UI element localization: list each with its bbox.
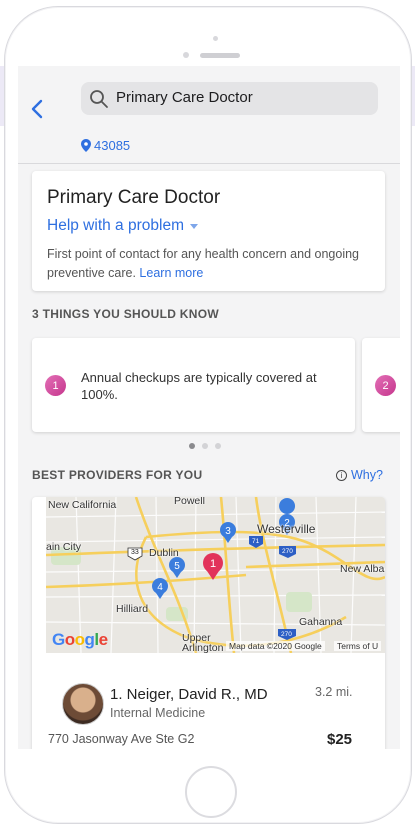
map-label: Gahanna — [299, 616, 343, 628]
thing-card-next[interactable]: 2 — [362, 338, 400, 432]
specialty-title: Primary Care Doctor — [47, 187, 221, 208]
map-terms-link[interactable]: Terms of U — [334, 641, 382, 651]
svg-text:1: 1 — [210, 558, 216, 570]
info-icon: i — [336, 469, 347, 481]
learn-more-link[interactable]: Learn more — [139, 266, 203, 280]
chevron-left-icon — [31, 99, 43, 119]
carousel-pagination — [189, 443, 221, 449]
zip-code: 43085 — [94, 137, 131, 153]
provider-address: 770 Jasonway Ave Ste G2 — [48, 732, 195, 746]
shield-33: 33 — [131, 549, 139, 556]
svg-text:270: 270 — [281, 631, 292, 638]
svg-text:3: 3 — [225, 526, 231, 537]
search-bar[interactable]: Primary Care Doctor — [81, 82, 378, 115]
provider-name: 1. Neiger, David R., MD — [110, 686, 268, 703]
number-badge: 2 — [375, 375, 396, 396]
thing-card[interactable]: 1 Annual checkups are typically covered … — [32, 338, 355, 432]
map-attribution: Map data ©2020 Google — [226, 641, 325, 651]
search-icon — [90, 90, 108, 108]
why-link[interactable]: i Why? — [336, 468, 383, 482]
providers-heading: BEST PROVIDERS FOR YOU — [32, 468, 203, 482]
why-label: Why? — [351, 468, 383, 482]
earpiece-speaker — [200, 53, 240, 58]
location-selector[interactable]: 43085 — [81, 137, 130, 153]
caret-down-icon — [189, 224, 198, 229]
home-button[interactable] — [185, 766, 237, 818]
thing-text: Annual checkups are typically covered at… — [81, 370, 317, 402]
front-sensor — [213, 36, 218, 41]
search-input[interactable]: Primary Care Doctor — [116, 89, 253, 106]
front-camera — [183, 52, 189, 58]
google-logo: Google — [52, 630, 108, 649]
providers-card: 33 71 270 270 2 3 5 4 1 New California P… — [32, 497, 385, 749]
pagination-dot[interactable] — [215, 443, 221, 449]
specialty-description: First point of contact for any health co… — [47, 247, 359, 280]
problem-dropdown[interactable]: Help with a problem — [47, 217, 198, 235]
map-label: New California — [48, 499, 117, 511]
map-label: Hilliard — [116, 603, 149, 615]
map-label: ain City — [46, 541, 82, 553]
svg-text:5: 5 — [174, 561, 180, 572]
map-label: Dublin — [149, 547, 179, 559]
map-label: Powell — [174, 497, 205, 507]
provider-distance: 3.2 mi. — [315, 685, 353, 699]
pagination-dot[interactable] — [202, 443, 208, 449]
app-screen: Primary Care Doctor 43085 Primary Care D… — [18, 66, 400, 749]
back-button[interactable] — [30, 98, 50, 122]
providers-map[interactable]: 33 71 270 270 2 3 5 4 1 New California P… — [46, 497, 385, 653]
map-label: Westerville — [257, 522, 316, 536]
provider-avatar — [62, 683, 104, 725]
svg-text:4: 4 — [157, 582, 163, 593]
svg-text:71: 71 — [252, 538, 260, 545]
pagination-dot-active[interactable] — [189, 443, 195, 449]
number-badge: 1 — [45, 375, 66, 396]
provider-price: $25 — [327, 731, 353, 748]
location-pin-icon — [81, 138, 91, 152]
header: Primary Care Doctor 43085 — [18, 66, 400, 164]
map-label: New Alba — [340, 563, 385, 575]
provider-specialty: Internal Medicine — [110, 706, 206, 720]
problem-dropdown-label: Help with a problem — [47, 217, 184, 234]
specialty-info-card: Primary Care Doctor Help with a problem … — [32, 171, 385, 291]
svg-text:270: 270 — [282, 548, 293, 555]
things-heading: 3 THINGS YOU SHOULD KNOW — [32, 307, 219, 321]
